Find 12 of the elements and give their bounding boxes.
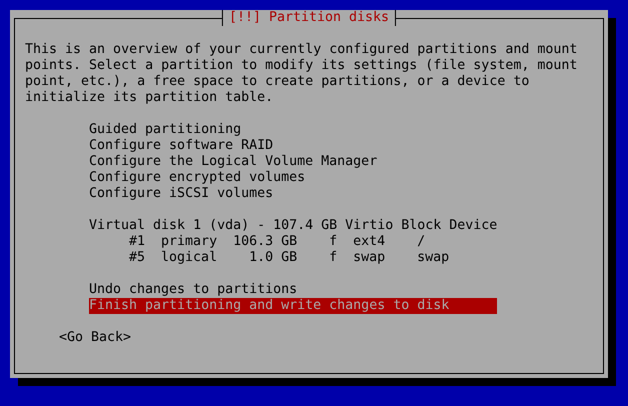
partition-row[interactable]: #5 logical 1.0 GB f swap swap: [89, 250, 538, 266]
dialog-title: [!!] Partition disks: [222, 10, 396, 26]
disk-item[interactable]: Virtual disk 1 (vda) - 107.4 GB Virtio Block Device: [89, 218, 497, 234]
partition-row[interactable]: #1 primary 106.3 GB f ext4 /: [89, 234, 538, 250]
menu-item[interactable]: Undo changes to partitions: [89, 282, 497, 298]
menu-item[interactable]: Guided partitioning: [89, 122, 497, 138]
menu-item[interactable]: Configure software RAID: [89, 138, 497, 154]
menu-item[interactable]: Configure the Logical Volume Manager: [89, 154, 497, 170]
intro-text: This is an overview of your currently configured partitions and mount points. Select a partition to modify its settings (file system, mount point, etc.), a free space to create partitions, or a device to initialize its partition table.: [25, 42, 578, 106]
go-back-button[interactable]: <Go Back>: [59, 330, 132, 346]
menu-item[interactable]: Configure encrypted volumes: [89, 170, 497, 186]
menu-item[interactable]: Configure iSCSI volumes: [89, 186, 497, 202]
